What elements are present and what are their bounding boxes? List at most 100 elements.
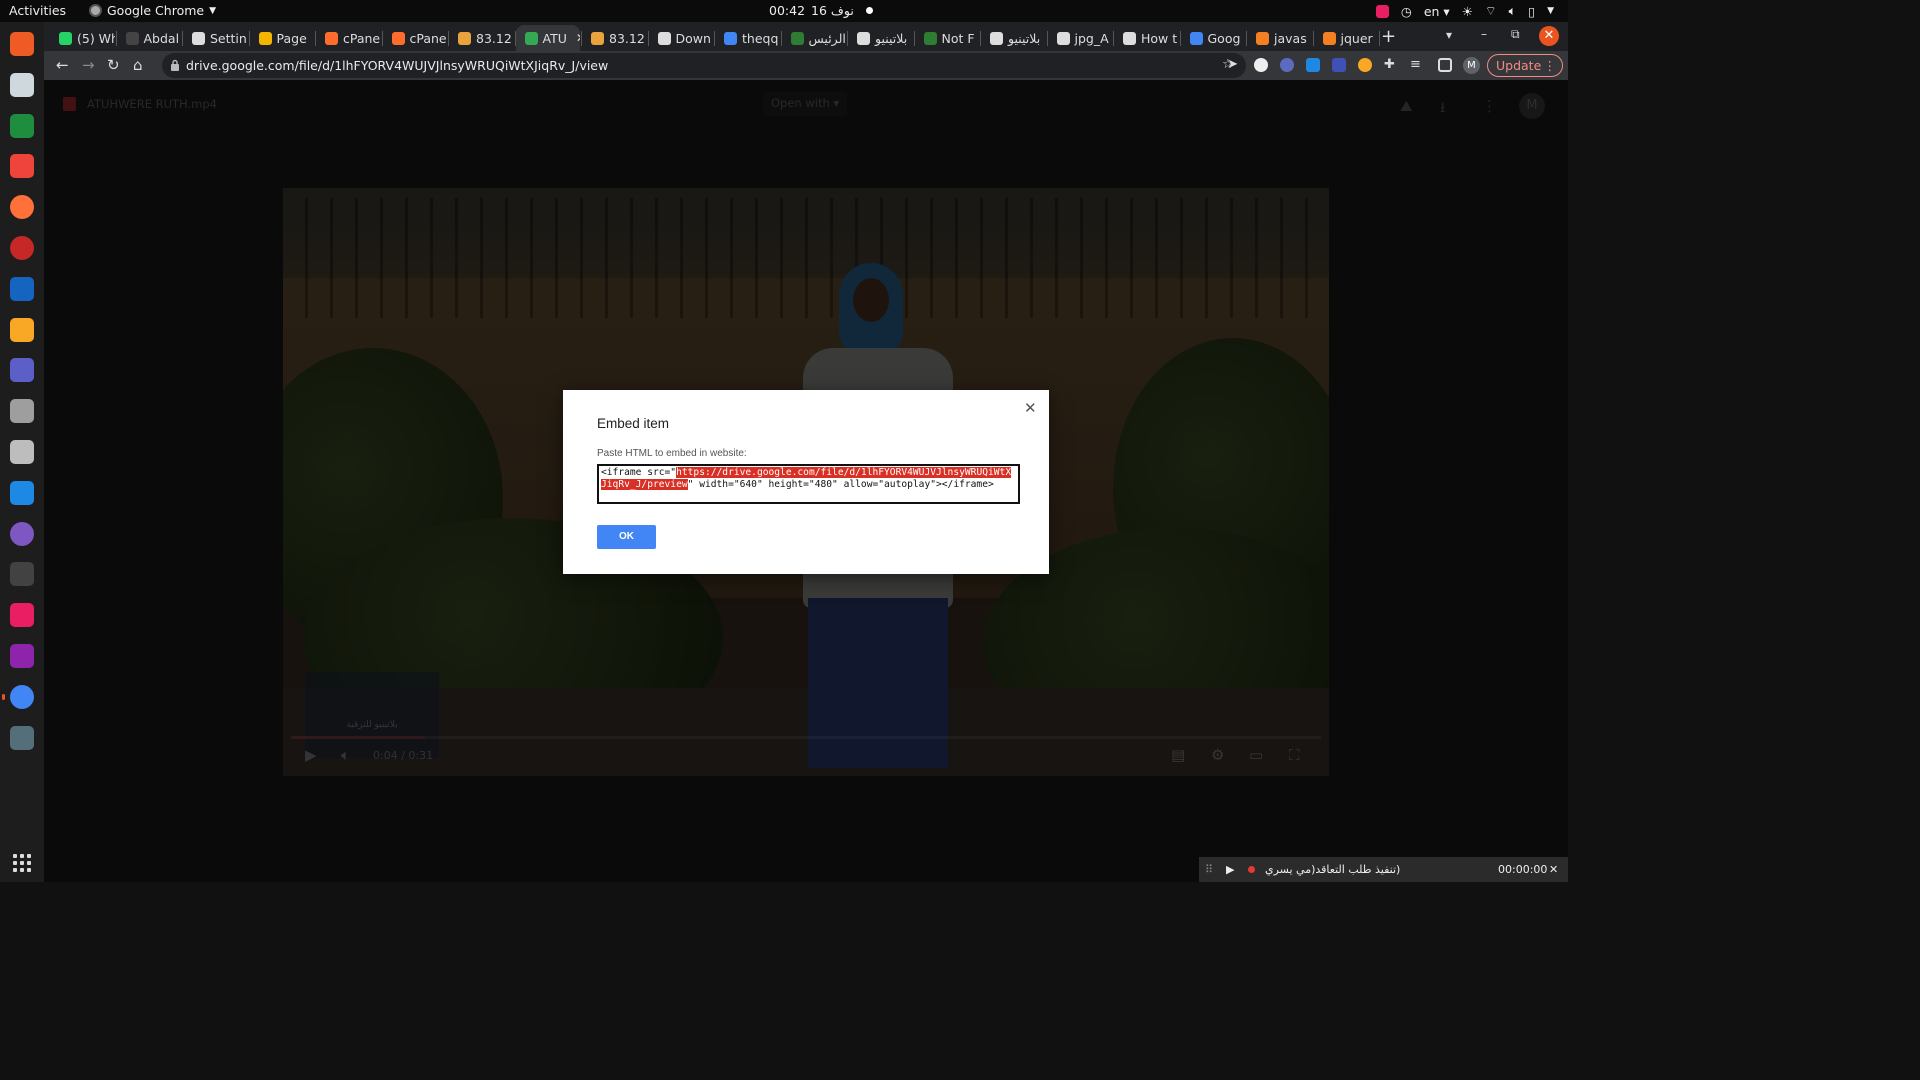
globe-icon	[1056, 31, 1070, 45]
browser-tab[interactable]: ATU ✕	[515, 25, 580, 51]
tab-label: Abdal	[143, 30, 180, 46]
sheets-icon[interactable]	[10, 113, 34, 138]
app-menu[interactable]: Google Chrome ▼	[89, 3, 216, 18]
close-icon[interactable]: ✕	[1024, 399, 1037, 417]
brightness-icon[interactable]: ☀	[1462, 4, 1473, 19]
browser-tab[interactable]: javas	[1247, 25, 1312, 51]
notification-dot-icon	[865, 7, 873, 14]
extension-f-icon[interactable]	[1306, 58, 1320, 72]
reading-list-icon[interactable]: ≡	[1410, 57, 1421, 72]
close-icon[interactable]: ✕	[1549, 863, 1558, 876]
firefox-icon[interactable]	[10, 195, 34, 220]
tab-label: cPane	[343, 30, 381, 46]
ok-button[interactable]: OK	[597, 525, 656, 549]
terminal-icon[interactable]	[10, 562, 34, 587]
new-tab-button[interactable]: +	[1381, 26, 1396, 47]
system-tray[interactable]: ◷ en ▾ ☀ ⌔ 🔈︎ ▯ ▼	[1375, 3, 1554, 19]
browser-tab[interactable]: How t	[1114, 25, 1179, 51]
activities-button[interactable]: Activities	[9, 3, 66, 18]
browser-tab[interactable]: cPane	[316, 25, 381, 51]
network-icon[interactable]	[10, 521, 34, 546]
browser-tab[interactable]: 83.12	[582, 25, 647, 51]
browser-tab[interactable]: الرئيس	[782, 25, 847, 51]
todo-icon[interactable]	[10, 236, 34, 260]
tab-label: Page	[276, 30, 307, 46]
drive-icon	[258, 31, 272, 45]
writer-icon[interactable]	[10, 480, 34, 505]
drag-handle-icon[interactable]: ⠿	[1205, 863, 1213, 876]
reload-button[interactable]: ↻	[107, 56, 120, 74]
browser-tab[interactable]: (5) Wh	[50, 25, 115, 51]
side-panel-icon[interactable]	[1438, 58, 1452, 72]
browser-tab[interactable]: Abdal	[117, 25, 182, 51]
restore-button[interactable]: ⧉	[1511, 27, 1520, 42]
battery-icon[interactable]: ▯	[1528, 4, 1535, 19]
browser-tab[interactable]: Page	[250, 25, 315, 51]
show-applications-icon[interactable]	[13, 854, 31, 872]
wifi-icon[interactable]: ⌔	[1485, 3, 1497, 19]
extension-translate-icon[interactable]	[1332, 58, 1346, 72]
url-text[interactable]: drive.google.com/file/d/1lhFYORV4WUJVJln…	[186, 58, 608, 73]
browser-tab[interactable]: بلاتينيو	[848, 25, 913, 51]
profile-avatar[interactable]: M	[1463, 57, 1480, 74]
address-bar[interactable]: drive.google.com/file/d/1lhFYORV4WUJVJln…	[162, 53, 1246, 78]
blank-icon	[125, 31, 139, 45]
browser-tab[interactable]: jquer	[1314, 25, 1379, 51]
update-button[interactable]: Update ⋮	[1487, 54, 1563, 77]
text-editor-icon[interactable]	[10, 276, 34, 301]
play-icon[interactable]: ▶	[1226, 863, 1234, 876]
calculator-icon[interactable]	[10, 317, 34, 342]
browser-toolbar: ← → ↻ ⌂ drive.google.com/file/d/1lhFYORV…	[44, 51, 1568, 80]
minimize-button[interactable]: –	[1481, 27, 1487, 41]
forward-button[interactable]: →	[82, 56, 95, 74]
tab-label: jpg_A	[1074, 30, 1109, 46]
extensions-puzzle-icon[interactable]: ✚	[1384, 57, 1395, 72]
postman-icon[interactable]	[10, 32, 34, 56]
back-button[interactable]: ←	[56, 56, 69, 74]
home-button[interactable]: ⌂	[133, 56, 143, 74]
tab-label: javas	[1274, 30, 1307, 46]
browser-tab[interactable]: Goog	[1181, 25, 1246, 51]
bookmark-star-icon[interactable]: ☆	[1222, 57, 1234, 72]
language-indicator[interactable]: en ▾	[1424, 4, 1450, 19]
volume-icon[interactable]: 🔈︎	[1509, 3, 1517, 19]
files-icon[interactable]	[10, 440, 34, 464]
tab-label: jquer	[1340, 30, 1373, 46]
extension-dark-reader-icon[interactable]	[1254, 58, 1268, 72]
cpanel-icon	[325, 31, 338, 45]
phpstorm-icon[interactable]	[10, 644, 34, 668]
tab-label: How t	[1141, 30, 1178, 46]
tab-label: (5) Wh	[77, 30, 115, 46]
tab-strip: + ▾ – ⧉ ✕ (5) Wh Abdal Settin Page cPane cPa…	[44, 22, 1568, 51]
timer-icon[interactable]: ◷	[1401, 4, 1412, 19]
lock-icon	[171, 59, 179, 71]
extension-cookie-icon[interactable]	[1358, 58, 1372, 72]
tab-close-icon[interactable]: ✕	[576, 31, 580, 45]
clock[interactable]: 00:42 نوف 16	[769, 3, 873, 18]
window-close-button[interactable]: ✕	[1539, 26, 1559, 46]
browser-tab[interactable]: Settin	[183, 25, 248, 51]
jetbrains-icon[interactable]	[10, 603, 34, 628]
browser-tab[interactable]: بلاتينيو	[981, 25, 1046, 51]
browser-tab[interactable]: 83.12	[449, 25, 514, 51]
chrome-icon	[89, 4, 102, 17]
anydesk-icon[interactable]	[10, 154, 34, 179]
chrome-icon[interactable]	[2, 684, 34, 709]
extension-gear-icon[interactable]	[1280, 58, 1294, 72]
tab-label: الرئيس	[808, 30, 846, 46]
mouse-icon[interactable]	[10, 725, 34, 750]
embed-code-textarea[interactable]: <iframe src="https://drive.google.com/fi…	[597, 464, 1020, 504]
stackoverflow-icon	[1322, 31, 1336, 45]
browser-tab[interactable]: cPane	[383, 25, 448, 51]
browser-tab[interactable]: jpg_A	[1048, 25, 1113, 51]
archive-icon[interactable]	[10, 399, 34, 424]
remmina-icon[interactable]	[10, 72, 34, 97]
power-menu-icon[interactable]: ▼	[1547, 6, 1554, 16]
teams-icon[interactable]	[10, 358, 34, 383]
browser-tab[interactable]: theqq	[715, 25, 780, 51]
browser-tab[interactable]: Down	[649, 25, 714, 51]
browser-tab[interactable]: Not F	[915, 25, 980, 51]
color-picker-icon[interactable]	[1375, 4, 1389, 18]
tab-search-icon[interactable]: ▾	[1446, 28, 1452, 42]
server-icon	[591, 31, 604, 45]
